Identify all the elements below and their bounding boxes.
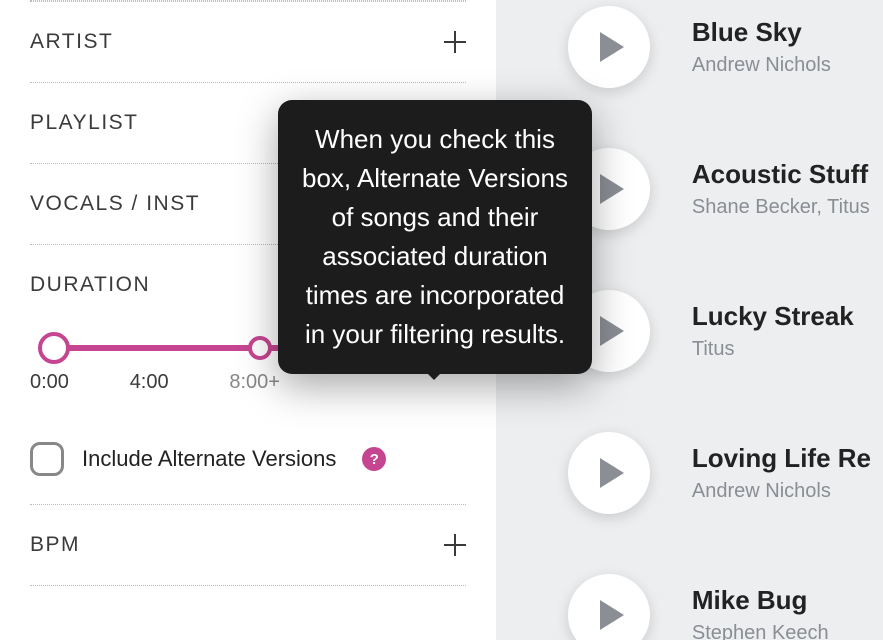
track-row: Mike Bug Stephen Keech — [496, 544, 883, 640]
play-icon — [600, 316, 624, 346]
play-button[interactable] — [568, 432, 650, 514]
play-button[interactable] — [568, 574, 650, 640]
duration-mid-label: 4:00 — [130, 371, 169, 394]
help-tooltip: When you check this box, Alternate Versi… — [278, 100, 592, 374]
filter-label-vocals-inst: VOCALS / INST — [30, 192, 200, 216]
duration-min-label: 0:00 — [30, 371, 69, 394]
include-alt-versions-checkbox[interactable] — [30, 442, 64, 476]
plus-icon[interactable] — [444, 534, 466, 556]
play-icon — [600, 458, 624, 488]
slider-labels: 0:00 4:00 8:00+ — [30, 371, 280, 394]
slider-handle-max[interactable] — [248, 336, 272, 360]
filter-label-bpm: BPM — [30, 533, 80, 557]
track-title[interactable]: Acoustic Stuff — [692, 159, 870, 190]
filter-sidebar: ARTIST PLAYLIST VOCALS / INST DURATION — [0, 0, 496, 640]
track-title[interactable]: Lucky Streak — [692, 301, 854, 332]
filter-label-artist: ARTIST — [30, 30, 113, 54]
track-artist[interactable]: Titus — [692, 338, 854, 361]
filter-label-duration: DURATION — [30, 273, 150, 297]
tooltip-text: When you check this box, Alternate Versi… — [302, 124, 568, 349]
filter-label-playlist: PLAYLIST — [30, 111, 139, 135]
play-icon — [600, 32, 624, 62]
filter-bpm[interactable]: BPM — [30, 504, 466, 585]
duration-max-label: 8:00+ — [229, 371, 280, 394]
play-button[interactable] — [568, 6, 650, 88]
play-icon — [600, 600, 624, 630]
help-icon[interactable]: ? — [362, 447, 386, 471]
track-title[interactable]: Mike Bug — [692, 585, 829, 616]
slider-handle-min[interactable] — [38, 332, 70, 364]
plus-icon[interactable] — [444, 31, 466, 53]
track-artist[interactable]: Shane Becker, Titus — [692, 196, 870, 219]
filter-artist[interactable]: ARTIST — [30, 1, 466, 82]
track-title[interactable]: Blue Sky — [692, 17, 831, 48]
track-row: Loving Life Re Andrew Nichols — [496, 402, 883, 544]
track-title[interactable]: Loving Life Re — [692, 443, 871, 474]
play-icon — [600, 174, 624, 204]
include-alt-versions-label: Include Alternate Versions — [82, 446, 336, 472]
track-artist[interactable]: Andrew Nichols — [692, 54, 831, 77]
track-artist[interactable]: Andrew Nichols — [692, 480, 871, 503]
track-artist[interactable]: Stephen Keech — [692, 622, 829, 640]
